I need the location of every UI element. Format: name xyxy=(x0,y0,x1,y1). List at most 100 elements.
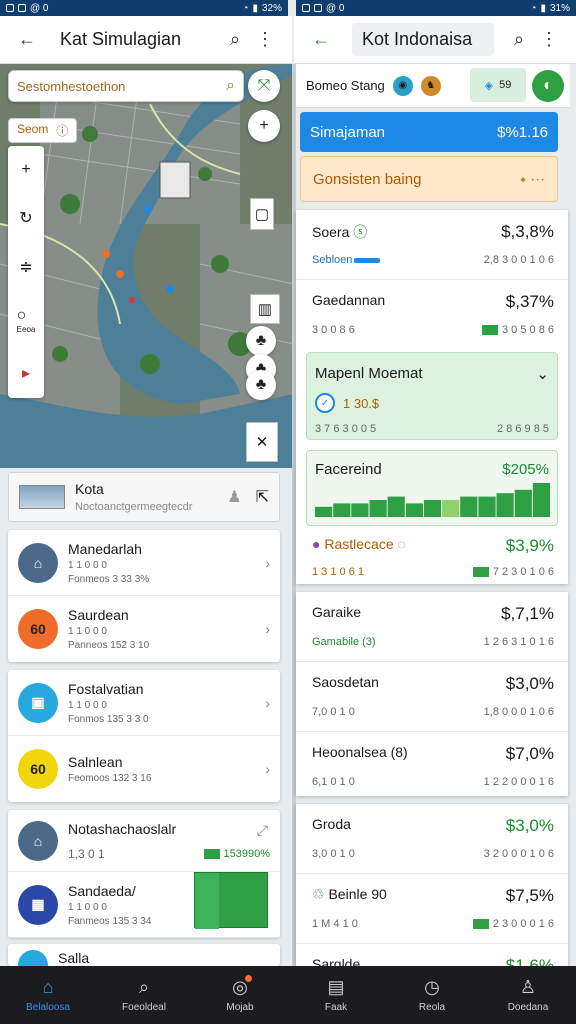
add-icon[interactable]: + xyxy=(248,110,280,142)
stat-row[interactable]: Sarglde $1,6% xyxy=(296,944,568,966)
bar-chart xyxy=(315,483,550,517)
back-arrow-icon[interactable]: ← xyxy=(12,29,42,50)
map-filter-chip[interactable]: Seom ⓘ xyxy=(8,118,78,143)
counter-value: 59 xyxy=(499,79,512,91)
stat-row[interactable]: Gaedannan $,37% 3 0 0 8 6 3 0 5 0 8 6 xyxy=(296,280,568,350)
summary-banner[interactable]: Simajaman $%1.16 xyxy=(300,112,558,152)
clock-icon: ◷ xyxy=(424,977,440,997)
status-time: @ 0 xyxy=(30,2,49,14)
list-item[interactable]: 60 Saurdean 1 1 0 0 0 Panneos 152 3 10 › xyxy=(8,596,280,662)
more-vert-icon[interactable]: ⋮ xyxy=(250,29,280,50)
green-card-title: Mapenl Moemat xyxy=(315,365,423,382)
stat-row[interactable]: Groda $3,0% 3,0 0 1 0 3 2 0 0 0 1 0 6 xyxy=(296,804,568,874)
more-dots-icon[interactable]: ⬩ ⋯ xyxy=(520,171,545,188)
chevron-down-icon[interactable]: ⌄ xyxy=(536,365,549,383)
nav-label: Faak xyxy=(324,1002,348,1013)
green-summary-card[interactable]: Mapenl Moemat ⌄ ✓ 1 30.$ 3 7 6 3 0 0 5 2… xyxy=(306,352,558,440)
tree-icon[interactable]: ♣ xyxy=(246,326,276,356)
stat-sub: Gamabile (3) xyxy=(312,636,376,648)
pill-icon[interactable]: ◐ xyxy=(532,70,564,102)
notification-dot xyxy=(244,975,252,982)
nav-item-clock[interactable]: ◷ Reola xyxy=(384,966,480,1024)
search-icon[interactable]: ⌕ xyxy=(504,29,534,50)
stat-title: Groda xyxy=(312,816,351,832)
search-icon[interactable]: ⌕ xyxy=(220,29,250,50)
chart-bar xyxy=(369,500,387,517)
tree-icon[interactable]: ♣ xyxy=(246,370,276,400)
chevron-right-icon: › xyxy=(265,694,270,711)
share-icon[interactable]: ⇱ xyxy=(256,487,269,507)
layers-icon[interactable]: ≑ xyxy=(19,257,32,277)
bottom-navigation: ⌂ Belaloosa ⌕ Foeoldeal ◎ Mojab ▤ Faak ◷ Reol… xyxy=(0,966,576,1024)
info-icon[interactable]: ⓘ xyxy=(56,122,68,139)
nav-item-home[interactable]: ⌂ Belaloosa xyxy=(0,966,96,1024)
list-group-2: ▣ Fostalvatian 1 1 0 0 0 Fonmos 135 3 3 … xyxy=(8,670,280,802)
flag-icon[interactable]: ▸ xyxy=(22,363,30,383)
list-item[interactable]: ⌂ Notashachaoslalr 1,3 0 1 153990% ⤢ xyxy=(8,810,280,872)
location-icon[interactable]: ○ Eeoa xyxy=(17,307,36,334)
nav-item-profile[interactable]: ♙ Doedana xyxy=(480,966,576,1024)
stat-row[interactable]: ♲ Beinle 90 $7,5% 1 M 4 1 0 2 3 0 0 0 1 6 xyxy=(296,874,568,944)
info-circle-icon: ⓢ xyxy=(353,224,368,240)
list-item[interactable]: 60 Salnlean Feomoos 132 3 16 › xyxy=(8,736,280,802)
map-search-field[interactable]: Sestomhestoethon ⌕ xyxy=(8,70,244,102)
list-item-line1: 1 1 0 0 0 xyxy=(68,626,107,637)
green-square-icon xyxy=(472,567,489,578)
avatar-text: 60 xyxy=(30,761,46,777)
avatar: 60 xyxy=(18,749,58,789)
stat-row[interactable]: Saosdetan $3,0% 7,0 0 1 0 1,8 0 0 0 1 0 6 xyxy=(296,662,568,732)
rotate-icon[interactable]: ↻ xyxy=(19,208,32,228)
zoom-in-icon[interactable]: + xyxy=(21,161,30,179)
more-vert-icon[interactable]: ⋮ xyxy=(534,29,564,50)
compass-icon: ◎ xyxy=(232,975,252,998)
avatar xyxy=(18,950,48,966)
search-icon[interactable]: ⌕ xyxy=(226,77,235,95)
detail-card-tail: ● Rastlecace ◌ $3,9% 1 3 1 0 6 1 7 2 3 0… xyxy=(296,530,568,584)
map-view[interactable]: Sestomhestoethon ⌕ ⤧ Seom ⓘ + + ↻ ≑ ○ Eeo… xyxy=(0,64,294,468)
nav-label: Doedana xyxy=(507,1002,549,1013)
stat-value: $,7,1% xyxy=(501,604,554,623)
nav-item-search[interactable]: ⌕ Foeoldeal xyxy=(96,966,192,1024)
bird-icon[interactable]: ♞ xyxy=(420,75,441,96)
chart-bar xyxy=(333,503,351,517)
kota-card[interactable]: Kota Noctoanctgermeegtecdr ♟ ⇱ xyxy=(8,472,280,522)
page-title: Kot Indonaisa xyxy=(352,23,494,56)
person-icon[interactable]: ♟ xyxy=(227,487,241,507)
list-item[interactable]: ▣ Fostalvatian 1 1 0 0 0 Fonmos 135 3 3 … xyxy=(8,670,280,736)
directions-icon[interactable]: ⤧ xyxy=(248,70,280,102)
close-icon[interactable]: ✕ xyxy=(246,422,278,462)
signal-icon: ▮ xyxy=(252,2,258,14)
globe-icon[interactable]: ◉ xyxy=(392,75,413,96)
chart-bar xyxy=(423,500,442,517)
nav-item-book[interactable]: ▤ Faak xyxy=(288,966,384,1024)
stat-row[interactable]: ● Rastlecace ◌ $3,9% 1 3 1 0 6 1 7 2 3 0… xyxy=(296,530,568,584)
list-item[interactable]: Salla xyxy=(8,944,280,966)
stat-row[interactable]: Soera ⓢ $,3,8% Sebloen 2,8 3 0 0 1 0 6 xyxy=(296,210,568,280)
map-filter-label: Seom xyxy=(17,122,49,136)
counter-pill[interactable]: ◈ 59 xyxy=(470,68,526,102)
monitor-icon: ▣ xyxy=(31,694,45,710)
wifi-icon: ◔ xyxy=(530,2,537,14)
fullscreen-icon[interactable]: ▢ xyxy=(250,198,274,230)
building-icon[interactable]: ▥ xyxy=(250,294,280,324)
stat-row[interactable]: Garaike $,7,1% Gamabile (3) 1 2 6 3 1 0 1 … xyxy=(296,592,568,662)
list-item[interactable]: ⌂ Manedarlah 1 1 0 0 0 Fonmeos 3 33 3% › xyxy=(8,530,280,596)
chevron-right-icon: › xyxy=(265,761,270,777)
list-item-title: Manedarlah xyxy=(68,540,142,557)
list-item-title: Fostalvatian xyxy=(68,680,144,697)
chart-bar xyxy=(387,496,405,517)
map-tool-rail: + ↻ ≑ ○ Eeoa ▸ xyxy=(8,146,44,398)
stat-sub: 3,0 0 1 0 xyxy=(312,848,355,860)
battery-level: 32% xyxy=(261,2,282,14)
chart-card[interactable]: Facereind $205% xyxy=(306,450,558,526)
battery-level: 31% xyxy=(549,2,570,14)
nav-item-compass[interactable]: ◎ Mojab xyxy=(192,966,288,1024)
avatar: 60 xyxy=(18,609,58,649)
stat-sub-right: 3 2 0 0 0 1 0 6 xyxy=(483,848,554,860)
stat-sub-right: 7 2 3 0 1 0 6 xyxy=(492,566,554,578)
back-arrow-icon[interactable]: ← xyxy=(306,29,336,50)
list-item-line1: 1 1 0 0 0 xyxy=(68,699,107,711)
stat-row[interactable]: Heoonalsea (8) $7,0% 6,1 0 1 0 1 2 2 0 0 0… xyxy=(296,732,568,802)
status-bar-right: @ 0 ◔ ▮ 31% xyxy=(296,0,576,16)
consistent-banner[interactable]: Gonsisten baing ⬩ ⋯ xyxy=(300,156,558,202)
